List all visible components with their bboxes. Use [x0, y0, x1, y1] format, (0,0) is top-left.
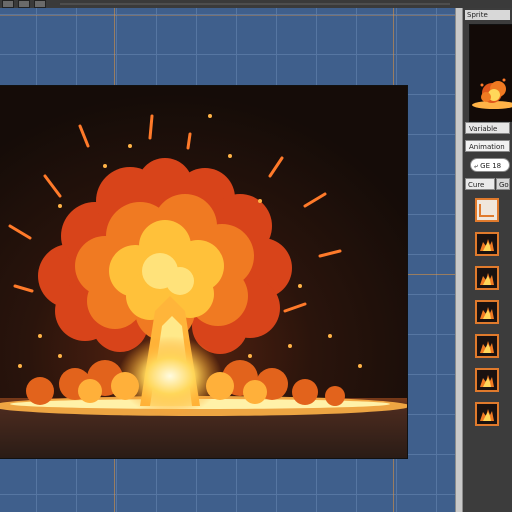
frame-thumbnail[interactable] — [475, 232, 499, 256]
tab-cure[interactable]: Cure — [465, 178, 495, 190]
panel-splitter[interactable] — [455, 8, 463, 512]
property-animation[interactable]: Animation — [465, 140, 510, 152]
toolbar-button-1[interactable] — [2, 0, 14, 8]
panel-tabs: Cure Go — [465, 178, 510, 190]
guide-line-horizontal-top[interactable] — [0, 15, 455, 16]
sprite-preview — [469, 24, 512, 122]
frame-thumbnail[interactable] — [475, 198, 499, 222]
explosion-illustration — [0, 86, 407, 458]
frame-thumbnail[interactable] — [475, 402, 499, 426]
right-panel: Sprite Variable Animation ⤶ GE 18 Cure G… — [463, 8, 512, 512]
panel-header: Sprite — [465, 10, 510, 20]
frame-search-input[interactable]: ⤶ GE 18 — [470, 158, 510, 172]
frame-thumbnail[interactable] — [475, 266, 499, 290]
frame-thumbnail[interactable] — [475, 300, 499, 324]
frame-thumbnail[interactable] — [475, 368, 499, 392]
property-variable[interactable]: Variable — [465, 122, 510, 134]
explosion-artwork[interactable] — [0, 86, 407, 458]
tab-go[interactable]: Go — [496, 178, 510, 190]
editor-canvas[interactable] — [0, 8, 455, 512]
toolbar-button-2[interactable] — [18, 0, 30, 8]
toolbar-ruler — [60, 3, 450, 5]
frame-thumbnail[interactable] — [475, 334, 499, 358]
toolbar-button-3[interactable] — [34, 0, 46, 8]
